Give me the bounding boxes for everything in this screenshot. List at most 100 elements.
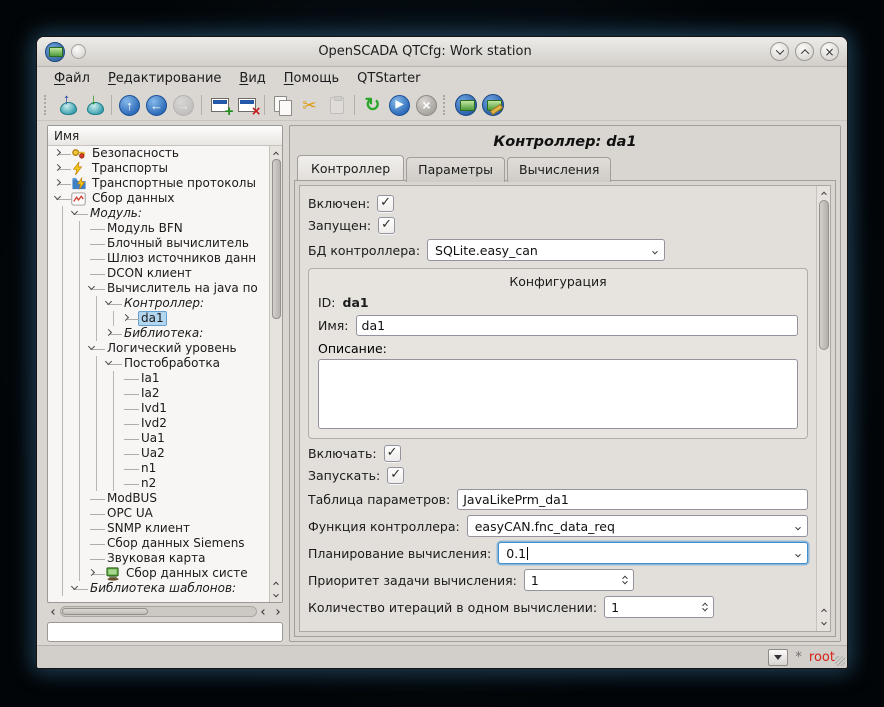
expander-expanded-icon[interactable] — [88, 283, 95, 290]
tree-item[interactable]: Сбор данных — [48, 191, 269, 206]
controller-function-combobox[interactable]: easyCAN.fnc_data_req — [467, 515, 808, 537]
tab-Вычисления[interactable]: Вычисления — [507, 157, 611, 182]
tree-item[interactable]: Блочный вычислитель — [48, 236, 269, 251]
tree-hscroll-thumb[interactable] — [62, 608, 148, 615]
scroll-right-icon[interactable] — [270, 610, 283, 614]
maximize-button[interactable] — [795, 42, 814, 61]
tree-item[interactable]: Модуль: — [48, 206, 269, 221]
tree-item[interactable]: da1 — [48, 311, 269, 326]
scroll-up-icon[interactable] — [817, 603, 830, 617]
menu-Редактирование[interactable]: Редактирование — [99, 68, 230, 89]
priority-spinbox[interactable]: 1 — [524, 569, 634, 591]
expander-expanded-icon[interactable] — [71, 208, 78, 215]
refresh-item-button[interactable]: ↻ — [359, 92, 386, 119]
expander-expanded-icon[interactable] — [54, 193, 61, 200]
tree-item[interactable]: Вычислитель на java по — [48, 281, 269, 296]
tree-item[interactable]: Логический уровень — [48, 341, 269, 356]
tree-item[interactable]: Ia2 — [48, 386, 269, 401]
to-enable-checkbox[interactable] — [384, 445, 401, 462]
tree-item[interactable]: Библиотека шаблонов: — [48, 581, 269, 596]
tree-item[interactable]: Сбор данных Siemens — [48, 536, 269, 551]
tree-item[interactable]: n2 — [48, 476, 269, 491]
expander-collapsed-icon[interactable] — [54, 164, 61, 171]
shade-button[interactable] — [770, 42, 789, 61]
copy-item-button[interactable] — [269, 92, 296, 119]
tree-item[interactable]: Модуль BFN — [48, 221, 269, 236]
expander-collapsed-icon[interactable] — [88, 569, 95, 576]
running-checkbox[interactable] — [378, 217, 395, 234]
scroll-up-icon[interactable] — [270, 146, 282, 159]
tree-item[interactable]: OPC UA — [48, 506, 269, 521]
toolbar-handle[interactable] — [443, 95, 449, 115]
go-up-button[interactable]: ↑ — [116, 92, 143, 119]
tree-item[interactable]: Шлюз источников данн — [48, 251, 269, 266]
to-start-checkbox[interactable] — [387, 467, 404, 484]
tree-vertical-scrollbar[interactable] — [269, 146, 282, 602]
expander-expanded-icon[interactable] — [105, 298, 112, 305]
qtstarter-config-button[interactable] — [452, 92, 479, 119]
expander-expanded-icon[interactable] — [71, 583, 78, 590]
start-periodic-update-button[interactable]: ▶ — [386, 92, 413, 119]
menu-QTStarter[interactable]: QTStarter — [348, 68, 429, 89]
tree-item[interactable]: Ua2 — [48, 446, 269, 461]
scroll-down-icon[interactable] — [270, 589, 282, 602]
resize-grip[interactable] — [835, 656, 845, 666]
expander-collapsed-icon[interactable] — [122, 314, 129, 321]
tree-item[interactable]: Транспортные протоколы — [48, 176, 269, 191]
tree-item[interactable]: Ia1 — [48, 371, 269, 386]
tree-item[interactable]: Ivd2 — [48, 416, 269, 431]
tree-item[interactable]: Звуковая карта — [48, 551, 269, 566]
cut-item-button[interactable]: ✂ — [296, 92, 323, 119]
tree-item[interactable]: n1 — [48, 461, 269, 476]
expander-expanded-icon[interactable] — [88, 343, 95, 350]
scroll-up-icon[interactable] — [817, 186, 830, 200]
statusbar-combobox[interactable] — [768, 649, 788, 666]
menu-Помощь[interactable]: Помощь — [275, 68, 348, 89]
expander-expanded-icon[interactable] — [105, 358, 112, 365]
form-vertical-scrollbar[interactable] — [816, 186, 830, 631]
expander-collapsed-icon[interactable] — [105, 329, 112, 336]
toolbar-handle[interactable] — [44, 95, 50, 115]
tree-scroll-thumb[interactable] — [272, 159, 281, 319]
scroll-left-icon[interactable] — [47, 610, 60, 614]
delete-item-button[interactable]: × — [233, 92, 260, 119]
close-button[interactable]: × — [820, 42, 839, 61]
spin-arrows-icon[interactable] — [703, 602, 709, 612]
schedule-combobox[interactable]: 0.1 — [498, 542, 808, 564]
tree-item[interactable]: Сбор данных систе — [48, 566, 269, 581]
scroll-up-icon[interactable] — [270, 576, 282, 589]
go-back-button[interactable]: ← — [143, 92, 170, 119]
tree-column-header[interactable]: Имя — [48, 126, 282, 146]
iterations-spinbox[interactable]: 1 — [604, 596, 714, 618]
expander-collapsed-icon[interactable] — [54, 149, 61, 156]
tree-item[interactable]: Ivd1 — [48, 401, 269, 416]
tree-item[interactable]: Безопасность — [48, 146, 269, 161]
controller-db-combobox[interactable]: SQLite.easy_can — [427, 239, 665, 261]
enabled-checkbox[interactable] — [377, 195, 394, 212]
tree-item[interactable]: SNMP клиент — [48, 521, 269, 536]
tree-item[interactable]: Библиотека: — [48, 326, 269, 341]
load-from-db-button[interactable]: ↑ — [53, 92, 80, 119]
tree-item[interactable]: Постобработка — [48, 356, 269, 371]
tree-filter-input[interactable] — [47, 622, 283, 642]
menu-Файл[interactable]: Файл — [45, 68, 99, 89]
add-item-button[interactable]: + — [206, 92, 233, 119]
param-table-input[interactable]: JavaLikePrm_da1 — [457, 489, 808, 510]
tab-Контроллер[interactable]: Контроллер — [297, 155, 404, 180]
description-textarea[interactable] — [318, 359, 798, 429]
scroll-down-icon[interactable] — [817, 617, 830, 631]
spin-arrows-icon[interactable] — [623, 575, 629, 585]
titlebar[interactable]: OpenSCADA QTCfg: Work station × — [37, 37, 847, 67]
tab-Параметры[interactable]: Параметры — [406, 157, 505, 182]
menu-Вид[interactable]: Вид — [230, 68, 274, 89]
tree-item[interactable]: Транспорты — [48, 161, 269, 176]
scroll-left-icon[interactable] — [257, 610, 270, 614]
qtstarter-launch-button[interactable] — [479, 92, 506, 119]
form-scroll-thumb[interactable] — [819, 200, 829, 350]
save-to-db-button[interactable]: ↓ — [80, 92, 107, 119]
tree-item[interactable]: DCON клиент — [48, 266, 269, 281]
tree-horizontal-scrollbar[interactable] — [47, 605, 283, 618]
stop-periodic-update-button[interactable]: × — [413, 92, 440, 119]
tree-item[interactable]: Ua1 — [48, 431, 269, 446]
name-input[interactable]: da1 — [356, 315, 798, 336]
